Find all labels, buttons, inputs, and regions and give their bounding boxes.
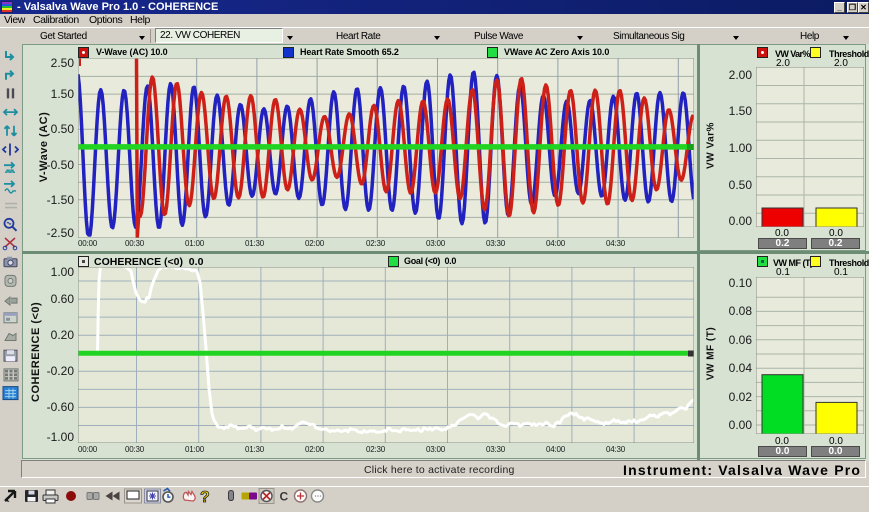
svg-text:C: C xyxy=(280,490,289,504)
svg-text:?: ? xyxy=(200,489,210,505)
